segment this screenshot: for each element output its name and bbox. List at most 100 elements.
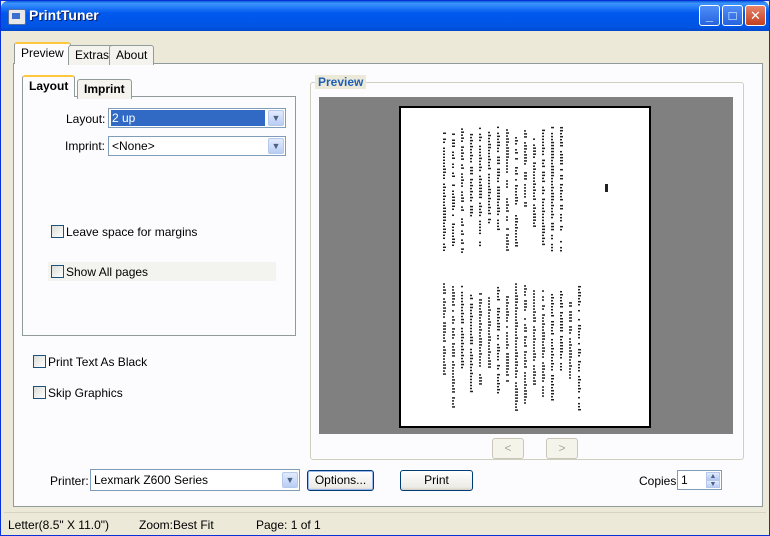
page-text-mark (443, 132, 446, 135)
page-text-mark (497, 358, 499, 361)
page-text-mark (488, 173, 490, 176)
page-text-mark (461, 155, 463, 157)
page-text-mark (542, 186, 544, 189)
page-text-mark (497, 198, 500, 201)
page-text-mark (560, 317, 563, 320)
printer-select[interactable]: Lexmark Z600 Series ▼ (90, 469, 300, 491)
page-text-mark (479, 305, 481, 307)
page-text-mark (569, 365, 572, 367)
page-text-mark (443, 183, 445, 186)
print-button[interactable]: Print (400, 470, 473, 491)
page-text-mark (506, 159, 508, 161)
page-text-mark (470, 357, 473, 360)
layout-select[interactable]: 2 up ▼ (108, 108, 286, 128)
skip-graphics-label[interactable]: Skip Graphics (48, 386, 123, 400)
page-text-mark (506, 147, 509, 149)
page-text-mark (452, 199, 455, 202)
page-text-mark (560, 204, 563, 207)
page-text-mark (497, 388, 500, 391)
page-text-mark (533, 219, 536, 221)
page-text-mark (551, 246, 553, 249)
page-text-mark (443, 355, 445, 357)
maximize-button[interactable]: □ (722, 5, 743, 26)
page-text-mark (506, 320, 508, 322)
page-text-mark (551, 177, 553, 180)
next-page-button[interactable]: > (546, 438, 578, 459)
imprint-select[interactable]: <None> ▼ (108, 136, 286, 156)
page-text-mark (560, 350, 563, 353)
print-black-label[interactable]: Print Text As Black (48, 355, 147, 369)
page-text-mark (578, 378, 581, 381)
page-text-mark (551, 359, 553, 362)
page-text-mark (452, 154, 454, 157)
page-text-mark (506, 156, 509, 158)
page-text-mark (524, 381, 526, 383)
page-text-mark (578, 363, 580, 366)
page-text-mark (452, 310, 454, 312)
page-text-mark (443, 186, 446, 189)
page-text-mark (542, 323, 545, 325)
page-text-mark (506, 362, 509, 364)
page-text-mark (488, 155, 490, 158)
page-text-mark (443, 207, 446, 210)
options-button[interactable]: Options... (307, 470, 374, 491)
page-text-mark (560, 338, 562, 341)
tab-preview[interactable]: Preview (14, 42, 71, 64)
chevron-down-icon[interactable]: ▼ (282, 472, 298, 488)
page-text-mark (488, 221, 490, 224)
page-text-mark (515, 289, 517, 291)
page-text-mark (452, 184, 455, 187)
page-text-mark (452, 355, 455, 357)
margins-label[interactable]: Leave space for margins (66, 225, 197, 239)
page-text-mark (461, 206, 463, 208)
page-text-mark (461, 128, 463, 130)
page-text-mark (470, 187, 472, 190)
minimize-button[interactable]: _ (699, 5, 720, 26)
page-text-mark (470, 384, 472, 387)
prev-page-button[interactable]: < (492, 438, 524, 459)
page-text-mark (542, 198, 545, 201)
page-text-mark (479, 187, 482, 190)
page-text-mark (515, 298, 518, 300)
app-icon (8, 9, 26, 25)
page-text-mark (452, 289, 454, 291)
tab-about[interactable]: About (109, 45, 155, 65)
spin-down-icon[interactable]: ▼ (706, 480, 720, 488)
copies-field[interactable]: 1 ▲ ▼ (677, 470, 722, 490)
page-text-mark (551, 165, 554, 168)
spin-up-icon[interactable]: ▲ (706, 472, 720, 480)
chevron-down-icon[interactable]: ▼ (268, 138, 284, 154)
page-text-mark (479, 338, 482, 340)
page-text-mark (542, 147, 545, 150)
page-text-mark (533, 347, 535, 349)
layout-tab-pane (22, 96, 296, 336)
page-text-mark (443, 222, 445, 225)
page-text-mark (488, 179, 490, 182)
page-text-mark (488, 318, 490, 320)
status-paper: Letter(8.5" X 11.0") (8, 518, 110, 532)
margins-checkbox[interactable] (51, 225, 64, 238)
page-text-mark (497, 210, 500, 213)
page-text-mark (542, 138, 544, 141)
title-bar[interactable]: PrintTuner _ □ ✕ (1, 1, 769, 31)
page-text-mark (488, 188, 491, 191)
show-all-checkbox[interactable] (51, 265, 64, 278)
print-black-checkbox[interactable] (33, 355, 46, 368)
page-text-mark (551, 386, 553, 389)
page-text-mark (461, 366, 463, 369)
page-text-mark (524, 178, 527, 180)
close-button[interactable]: ✕ (745, 5, 766, 26)
page-text-mark (443, 331, 446, 333)
page-text-mark (506, 326, 508, 328)
page-text-mark (497, 207, 500, 210)
skip-graphics-checkbox[interactable] (33, 386, 46, 399)
page-text-mark (551, 234, 553, 237)
page-text-mark (470, 378, 472, 381)
tab-imprint[interactable]: Imprint (77, 79, 132, 99)
chevron-down-icon[interactable]: ▼ (268, 110, 284, 126)
show-all-label[interactable]: Show All pages (66, 265, 148, 279)
page-text-mark (470, 178, 473, 181)
page-text-mark (506, 144, 508, 146)
tab-layout[interactable]: Layout (22, 75, 76, 97)
page-text-mark (452, 196, 455, 199)
